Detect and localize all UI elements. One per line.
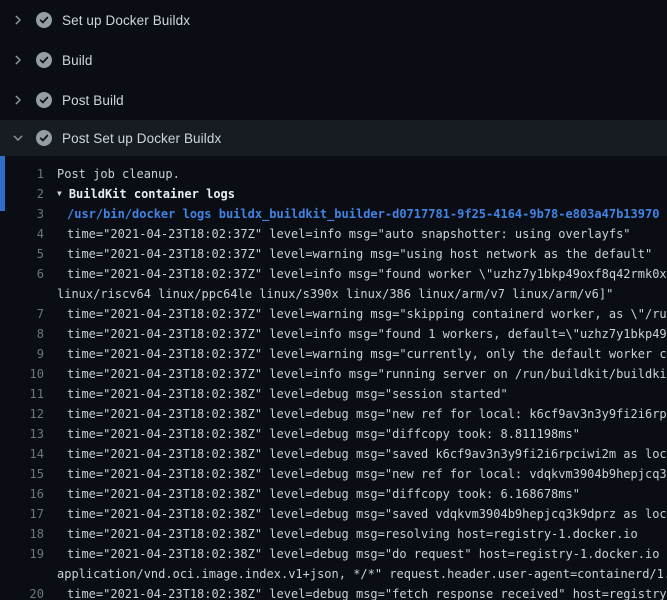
log-line-number[interactable]: 2 [0,184,44,204]
log-text: time="2021-04-23T18:02:38Z" level=debug … [44,484,580,504]
log-text: linux/riscv64 linux/ppc64le linux/s390x … [44,284,613,304]
log-text: time="2021-04-23T18:02:37Z" level=warnin… [44,304,667,324]
log-line-number[interactable]: 11 [0,384,44,404]
log-text: time="2021-04-23T18:02:37Z" level=info m… [44,324,667,344]
step-row-3[interactable]: Post Set up Docker Buildx [0,120,667,156]
log-text: time="2021-04-23T18:02:38Z" level=debug … [44,404,667,424]
log-text: time="2021-04-23T18:02:37Z" level=info m… [44,264,667,284]
step-label: Post Build [62,93,124,108]
log-line-number [0,564,44,584]
log-line: 16time="2021-04-23T18:02:38Z" level=debu… [0,484,667,504]
log-text: time="2021-04-23T18:02:38Z" level=debug … [44,524,638,544]
log-line: 14time="2021-04-23T18:02:38Z" level=debu… [0,444,667,464]
log-text: time="2021-04-23T18:02:37Z" level=info m… [44,224,631,244]
log-line-number[interactable]: 15 [0,464,44,484]
log-text: Post job cleanup. [44,164,180,184]
log-line-number[interactable]: 3 [0,204,44,224]
log-text: time="2021-04-23T18:02:37Z" level=info m… [44,364,667,384]
log-line: 5time="2021-04-23T18:02:37Z" level=warni… [0,244,667,264]
log-line-number[interactable]: 19 [0,544,44,564]
log-line-number[interactable]: 6 [0,264,44,284]
log-text: time="2021-04-23T18:02:38Z" level=debug … [44,584,667,600]
log-line: 15time="2021-04-23T18:02:38Z" level=debu… [0,464,667,484]
log-line: 1Post job cleanup. [0,164,667,184]
step-label: Set up Docker Buildx [62,13,190,28]
step-row-1[interactable]: Build [0,40,667,80]
log-group-summary[interactable]: ▼ BuildKit container logs [44,184,235,204]
log-group-title: BuildKit container logs [69,187,235,201]
log-line-number[interactable]: 4 [0,224,44,244]
log-line: 6time="2021-04-23T18:02:37Z" level=info … [0,264,667,284]
log-line-number[interactable]: 18 [0,524,44,544]
step-label: Build [62,53,93,68]
log-text: time="2021-04-23T18:02:37Z" level=warnin… [44,244,652,264]
log-line-number[interactable]: 13 [0,424,44,444]
log-line: 18time="2021-04-23T18:02:38Z" level=debu… [0,524,667,544]
log-line-continuation: linux/riscv64 linux/ppc64le linux/s390x … [0,284,667,304]
log-line-number[interactable]: 20 [0,584,44,600]
log-line-number[interactable]: 16 [0,484,44,504]
log-text: time="2021-04-23T18:02:38Z" level=debug … [44,464,667,484]
log-line-number[interactable]: 7 [0,304,44,324]
step-label: Post Set up Docker Buildx [62,131,221,146]
check-circle-icon [36,52,52,68]
log-line: 4time="2021-04-23T18:02:37Z" level=info … [0,224,667,244]
check-circle-icon [36,12,52,28]
log-text: time="2021-04-23T18:02:38Z" level=debug … [44,544,667,564]
chevron-right-icon[interactable] [10,12,26,28]
log-line-number[interactable]: 17 [0,504,44,524]
log-text: time="2021-04-23T18:02:37Z" level=warnin… [44,344,667,364]
log-line-number[interactable]: 14 [0,444,44,464]
log-line: 11time="2021-04-23T18:02:38Z" level=debu… [0,384,667,404]
log-line-number [0,284,44,304]
chevron-right-icon[interactable] [10,52,26,68]
step-row-0[interactable]: Set up Docker Buildx [0,0,667,40]
log-line: 17time="2021-04-23T18:02:38Z" level=debu… [0,504,667,524]
log-line: 12time="2021-04-23T18:02:38Z" level=debu… [0,404,667,424]
log-line-number[interactable]: 5 [0,244,44,264]
check-circle-icon [36,130,52,146]
check-circle-icon [36,92,52,108]
group-expanded-triangle-icon: ▼ [57,184,62,204]
log-text: application/vnd.oci.image.index.v1+json,… [44,564,667,584]
log-text: time="2021-04-23T18:02:38Z" level=debug … [44,424,580,444]
log-text: time="2021-04-23T18:02:38Z" level=debug … [44,444,667,464]
log-line: 9time="2021-04-23T18:02:37Z" level=warni… [0,344,667,364]
step-row-2[interactable]: Post Build [0,80,667,120]
log-line-continuation: application/vnd.oci.image.index.v1+json,… [0,564,667,584]
log-line-number[interactable]: 9 [0,344,44,364]
log-line: 2 ▼ BuildKit container logs [0,184,667,204]
chevron-right-icon[interactable] [10,92,26,108]
log-line-number[interactable]: 10 [0,364,44,384]
log-line: 10time="2021-04-23T18:02:37Z" level=info… [0,364,667,384]
log-line: 19time="2021-04-23T18:02:38Z" level=debu… [0,544,667,564]
log-line: 8time="2021-04-23T18:02:37Z" level=info … [0,324,667,344]
log-text: time="2021-04-23T18:02:38Z" level=debug … [44,384,508,404]
log-line: 3/usr/bin/docker logs buildx_buildkit_bu… [0,204,667,224]
steps-list: Set up Docker Buildx Build Post Build Post … [0,0,667,156]
log-command-text: /usr/bin/docker logs buildx_buildkit_bui… [44,204,659,224]
chevron-down-icon[interactable] [10,130,26,146]
log-line-number[interactable]: 12 [0,404,44,424]
log-line: 7time="2021-04-23T18:02:37Z" level=warni… [0,304,667,324]
log-text: time="2021-04-23T18:02:38Z" level=debug … [44,504,667,524]
log-line: 13time="2021-04-23T18:02:38Z" level=debu… [0,424,667,444]
log-line: 20time="2021-04-23T18:02:38Z" level=debu… [0,584,667,600]
workflow-log-viewer: Set up Docker Buildx Build Post Build Post … [0,0,667,600]
log-area: 1Post job cleanup.2 ▼ BuildKit container l… [0,156,667,600]
log-line-number[interactable]: 1 [0,164,44,184]
log-line-number[interactable]: 8 [0,324,44,344]
